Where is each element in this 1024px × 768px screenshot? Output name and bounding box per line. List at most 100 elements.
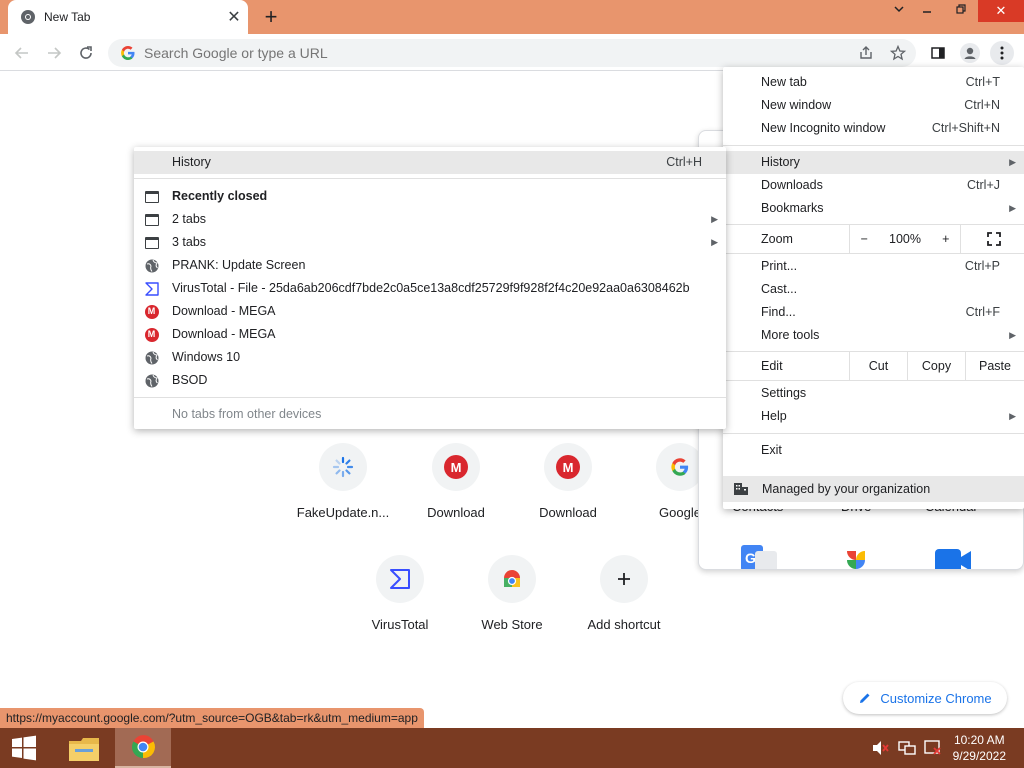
tab-new-tab[interactable]: New Tab ✕: [8, 0, 248, 34]
menu-item-help[interactable]: Help ▶: [723, 405, 1024, 428]
shortcut-tile[interactable]: M Download: [512, 443, 624, 520]
browser-toolbar: [0, 34, 1024, 71]
tab-title: New Tab: [44, 10, 91, 24]
menu-item-new-window[interactable]: New window Ctrl+N: [723, 94, 1024, 117]
share-icon[interactable]: [854, 41, 878, 65]
menu-item-cast[interactable]: Cast...: [723, 278, 1024, 301]
close-window-button[interactable]: ✕: [978, 0, 1024, 22]
shortcut-text: Ctrl+Shift+N: [931, 121, 1000, 135]
menu-item-settings[interactable]: Settings: [723, 382, 1024, 405]
menu-item-downloads[interactable]: Downloads Ctrl+J: [723, 174, 1024, 197]
zoom-out-button[interactable]: −: [861, 232, 868, 246]
fullscreen-icon: [986, 232, 1001, 246]
no-tabs-message: No tabs from other devices: [134, 403, 726, 426]
history-item-label: Windows 10: [172, 350, 241, 364]
building-icon: [734, 483, 748, 495]
menu-item-exit[interactable]: Exit: [723, 439, 1024, 462]
menu-label: New window: [761, 98, 832, 112]
back-button[interactable]: [9, 40, 35, 66]
meet-app-icon[interactable]: [933, 545, 973, 570]
minimize-button[interactable]: [910, 0, 944, 22]
menu-label: History: [761, 155, 800, 169]
copy-button[interactable]: Copy: [907, 352, 965, 380]
menu-item-find[interactable]: Find... Ctrl+F: [723, 301, 1024, 324]
history-item-label: 3 tabs: [172, 235, 207, 249]
history-item[interactable]: 3 tabs ▶: [134, 231, 726, 254]
history-item[interactable]: 2 tabs ▶: [134, 208, 726, 231]
history-item[interactable]: PRANK: Update Screen: [134, 254, 726, 277]
shortcut-label: Download: [539, 505, 597, 520]
menu-label: Bookmarks: [761, 201, 824, 215]
mega-icon: M: [556, 455, 580, 479]
chrome-main-menu: New tab Ctrl+T New window Ctrl+N New Incog…: [723, 67, 1024, 509]
history-item-label: PRANK: Update Screen: [172, 258, 306, 272]
menu-item-incognito[interactable]: New Incognito window Ctrl+Shift+N: [723, 117, 1024, 140]
shortcut-label: Add shortcut: [587, 617, 661, 632]
history-item[interactable]: VirusTotal - File - 25da6ab206cdf7bde2c0…: [134, 277, 726, 300]
side-panel-icon[interactable]: [926, 41, 950, 65]
omnibox-input[interactable]: [144, 45, 916, 61]
forward-button[interactable]: [41, 40, 67, 66]
submenu-arrow-icon: ▶: [1009, 330, 1016, 340]
fullscreen-button[interactable]: [963, 225, 1024, 253]
history-item-history[interactable]: History Ctrl+H: [134, 151, 726, 174]
reload-button[interactable]: [73, 40, 99, 66]
menu-label: Settings: [761, 386, 807, 400]
shortcut-label: Download: [427, 505, 485, 520]
menu-item-print[interactable]: Print... Ctrl+P: [723, 255, 1024, 278]
zoom-label: Zoom: [761, 232, 793, 246]
menu-item-bookmarks[interactable]: Bookmarks ▶: [723, 197, 1024, 220]
tab-close-icon[interactable]: ✕: [220, 7, 248, 27]
shortcut-tile[interactable]: VirusTotal: [344, 555, 456, 632]
history-item[interactable]: BSOD: [134, 369, 726, 392]
virustotal-icon: [144, 281, 159, 296]
network-icon[interactable]: [898, 740, 916, 756]
chrome-taskbar-icon[interactable]: [115, 728, 171, 768]
taskbar-clock[interactable]: 10:20 AM 9/29/2022: [953, 732, 1006, 764]
profile-avatar-icon[interactable]: [958, 41, 982, 65]
add-shortcut-button[interactable]: Add shortcut: [568, 555, 680, 632]
menu-label: New Incognito window: [761, 121, 886, 135]
windows-logo-icon: [12, 735, 36, 761]
photos-app-icon[interactable]: [837, 545, 875, 570]
shortcut-label: Web Store: [481, 617, 543, 632]
volume-muted-icon[interactable]: [872, 740, 890, 756]
submenu-arrow-icon: ▶: [1009, 203, 1016, 213]
zoom-row: Zoom − 100% +: [723, 225, 1024, 253]
history-item[interactable]: M Download - MEGA: [134, 300, 726, 323]
menu-item-history[interactable]: History ▶: [723, 151, 1024, 174]
cut-button[interactable]: Cut: [849, 352, 907, 380]
chrome-menu-button[interactable]: [990, 41, 1014, 65]
zoom-controls: − 100% +: [849, 225, 961, 253]
zoom-in-button[interactable]: +: [942, 232, 949, 246]
shortcut-text: Ctrl+J: [967, 178, 1000, 192]
shortcut-tile[interactable]: FakeUpdate.n...: [287, 443, 399, 520]
start-button[interactable]: [0, 728, 48, 768]
customize-chrome-button[interactable]: Customize Chrome: [843, 682, 1007, 714]
history-item[interactable]: Windows 10: [134, 346, 726, 369]
restore-button[interactable]: [944, 0, 978, 22]
paste-button[interactable]: Paste: [965, 352, 1024, 380]
shortcut-tile[interactable]: M Download: [400, 443, 512, 520]
history-submenu: History Ctrl+H Recently closed 2 tabs ▶ 3 …: [134, 147, 726, 429]
new-tab-button[interactable]: +: [258, 3, 284, 31]
menu-item-more-tools[interactable]: More tools ▶: [723, 324, 1024, 347]
menu-item-new-tab[interactable]: New tab Ctrl+T: [723, 71, 1024, 94]
history-item-label: BSOD: [172, 373, 208, 387]
menu-separator: [723, 380, 1024, 381]
pencil-icon: [860, 693, 870, 703]
reload-icon: [80, 46, 92, 59]
globe-icon: [145, 259, 158, 272]
translate-app-icon[interactable]: G: [741, 545, 777, 570]
globe-icon: [145, 374, 158, 387]
shortcut-text: Ctrl+N: [964, 98, 1000, 112]
omnibox[interactable]: [108, 39, 916, 67]
history-item[interactable]: M Download - MEGA: [134, 323, 726, 346]
managed-by-org[interactable]: Managed by your organization: [723, 476, 1024, 502]
edit-label: Edit: [761, 359, 783, 373]
shortcut-tile[interactable]: Web Store: [456, 555, 568, 632]
bookmark-star-icon[interactable]: [886, 41, 910, 65]
action-center-icon[interactable]: [924, 740, 942, 756]
svg-text:G: G: [745, 550, 756, 566]
file-explorer-taskbar-icon[interactable]: [56, 728, 112, 768]
